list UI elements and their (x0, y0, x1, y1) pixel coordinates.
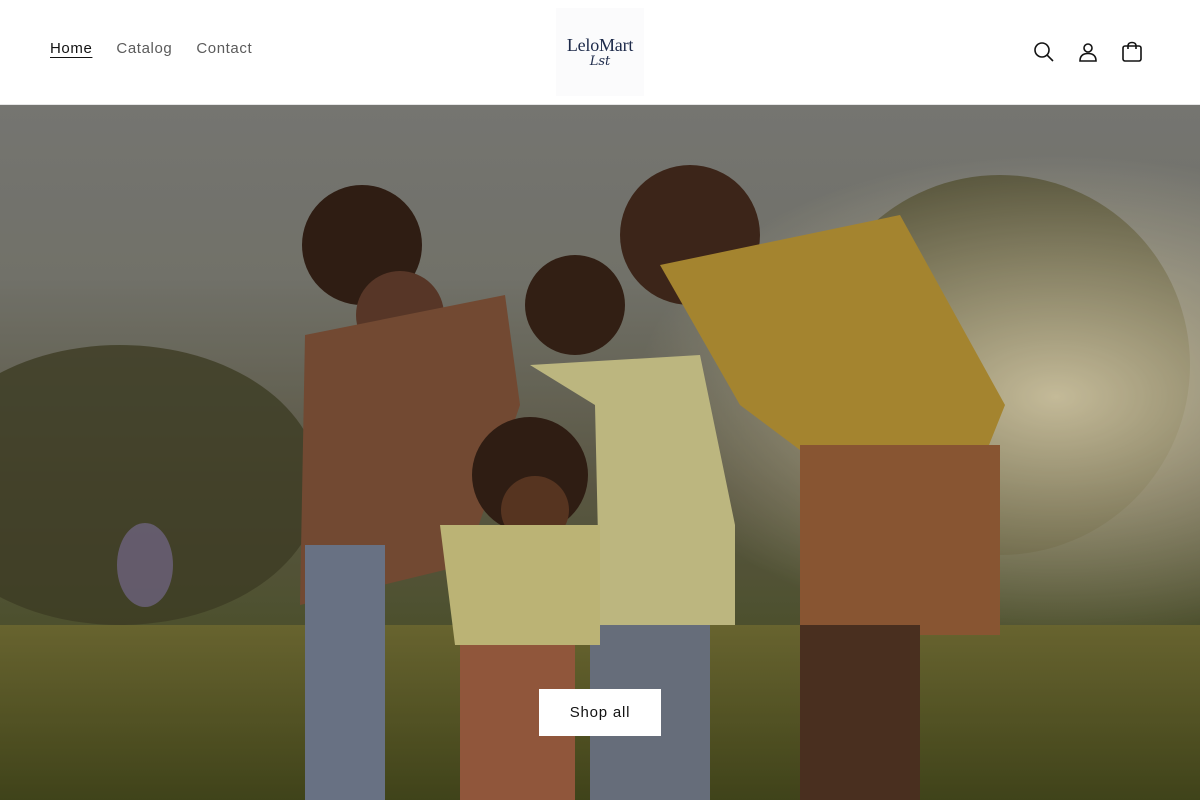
store-logo[interactable]: LeloMart Lst (556, 8, 644, 96)
account-icon (1079, 43, 1097, 62)
nav-contact-link[interactable]: Contact (184, 36, 264, 61)
nav-catalog-link[interactable]: Catalog (104, 36, 184, 61)
cart-icon (1122, 41, 1142, 62)
logo-name: LeloMart (566, 35, 634, 55)
nav-home-link[interactable]: Home (38, 36, 104, 61)
search-button[interactable] (1022, 30, 1066, 74)
shop-all-button[interactable]: Shop all (539, 689, 661, 736)
site-header: Home Catalog Contact LeloMart Lst (0, 0, 1200, 105)
header-icons (1022, 30, 1154, 74)
account-button[interactable] (1066, 30, 1110, 74)
search-icon (1034, 42, 1054, 62)
hero-banner: Shop all (0, 105, 1200, 800)
cart-button[interactable] (1110, 30, 1154, 74)
logo-sub: Lst (589, 54, 611, 69)
main-nav: Home Catalog Contact (38, 36, 264, 61)
